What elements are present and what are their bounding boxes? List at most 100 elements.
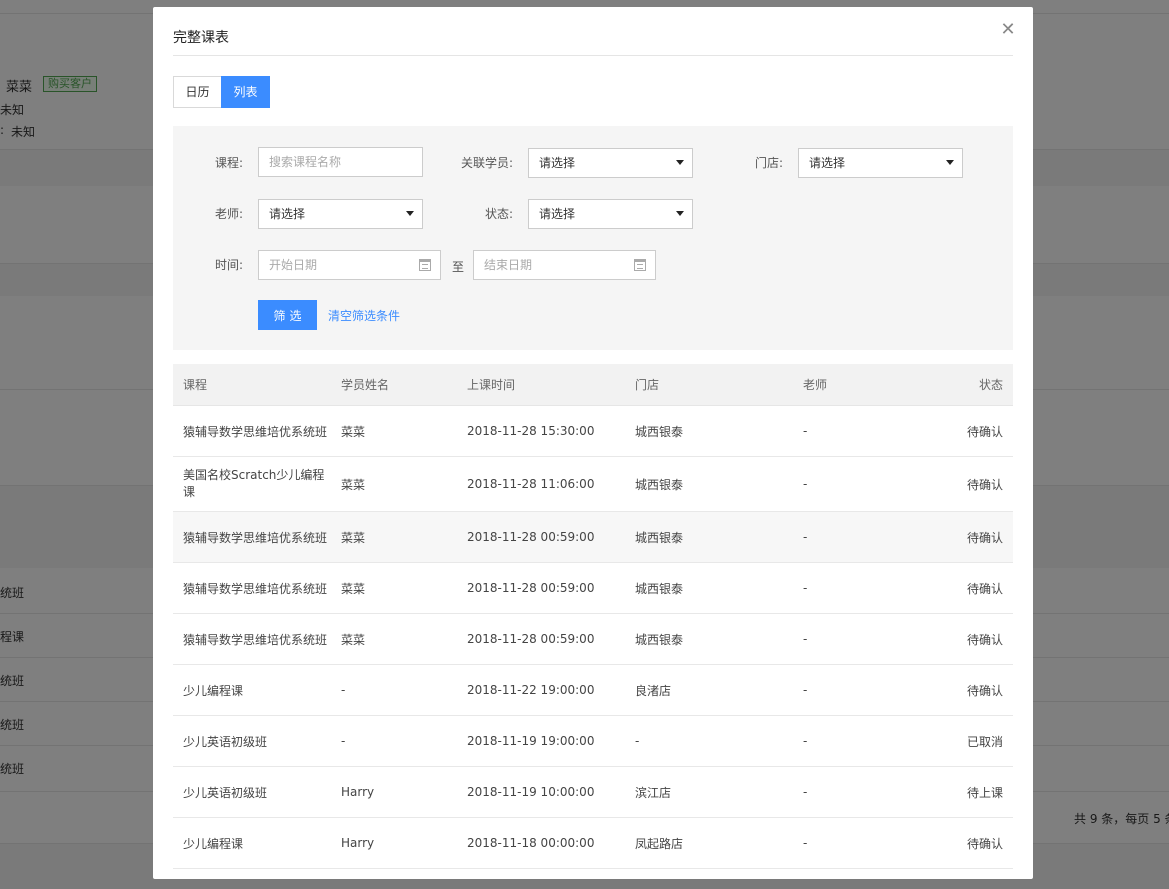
cell-store: 城西银泰 bbox=[635, 632, 684, 647]
cell-student: Harry bbox=[341, 836, 375, 850]
cell-time: 2018-11-19 10:00:00 bbox=[467, 785, 595, 799]
cell-course: 猿辅导数学思维培优系统班 bbox=[183, 632, 328, 647]
filter-panel: 课程: 关联学员: 请选择 门店: 请选择 老师: 请选择 状态: 请选择 时间… bbox=[173, 126, 1013, 350]
cell-student: - bbox=[341, 683, 346, 697]
store-select[interactable]: 请选择 bbox=[798, 148, 963, 178]
end-date-picker[interactable] bbox=[473, 250, 656, 280]
cell-status: 待确认 bbox=[966, 632, 1003, 647]
cell-status: 已取消 bbox=[966, 734, 1003, 749]
cell-time: 2018-11-28 00:59:00 bbox=[467, 632, 595, 646]
col-header-teacher: 老师 bbox=[803, 378, 828, 392]
table-row[interactable]: 猿辅导数学思维培优系统班 菜菜 2018-11-28 15:30:00 城西银泰… bbox=[173, 406, 1013, 457]
cell-course: 少儿编程课 bbox=[183, 836, 244, 851]
cell-teacher: - bbox=[803, 734, 808, 748]
table-row[interactable]: 少儿编程课 Harry 2018-11-18 00:00:00 凤起路店 - 待… bbox=[173, 818, 1013, 869]
table-header: 课程 学员姓名 上课时间 门店 老师 状态 bbox=[173, 364, 1013, 406]
teacher-select-value: 请选择 bbox=[269, 207, 306, 221]
cell-time: 2018-11-22 19:00:00 bbox=[467, 683, 595, 697]
cell-course: 少儿编程课 bbox=[183, 683, 244, 698]
schedule-table: 课程 学员姓名 上课时间 门店 老师 状态 猿辅导数学思维培优系统班 菜菜 20… bbox=[173, 364, 1013, 869]
cell-teacher: - bbox=[803, 581, 808, 595]
store-label: 门店: bbox=[754, 156, 783, 170]
cell-student: 菜菜 bbox=[341, 424, 366, 439]
close-icon[interactable]: ✕ bbox=[999, 21, 1017, 39]
cell-status: 待确认 bbox=[966, 581, 1003, 596]
cell-store: 凤起路店 bbox=[635, 836, 684, 851]
table-row[interactable]: 猿辅导数学思维培优系统班 菜菜 2018-11-28 00:59:00 城西银泰… bbox=[173, 614, 1013, 665]
time-label: 时间: bbox=[214, 258, 243, 272]
cell-status: 待确认 bbox=[966, 424, 1003, 439]
col-header-student: 学员姓名 bbox=[341, 378, 390, 392]
cell-teacher: - bbox=[803, 424, 808, 438]
table-row[interactable]: 少儿英语初级班 Harry 2018-11-19 10:00:00 滨江店 - … bbox=[173, 767, 1013, 818]
cell-teacher: - bbox=[803, 530, 808, 544]
cell-store: 城西银泰 bbox=[635, 424, 684, 439]
table-row[interactable]: 猿辅导数学思维培优系统班 菜菜 2018-11-28 00:59:00 城西银泰… bbox=[173, 512, 1013, 563]
calendar-icon bbox=[634, 259, 646, 271]
tab-calendar[interactable]: 日历 bbox=[173, 76, 222, 108]
table-row[interactable]: 美国名校Scratch少儿编程课 菜菜 2018-11-28 11:06:00 … bbox=[173, 457, 1013, 512]
end-date-input[interactable] bbox=[474, 251, 614, 279]
cell-course: 猿辅导数学思维培优系统班 bbox=[183, 581, 328, 596]
cell-time: 2018-11-18 00:00:00 bbox=[467, 836, 595, 850]
col-header-course: 课程 bbox=[183, 378, 208, 392]
modal-title: 完整课表 bbox=[173, 30, 229, 46]
cell-student: - bbox=[341, 734, 346, 748]
cell-store: 滨江店 bbox=[635, 785, 672, 800]
table-row[interactable]: 少儿编程课 - 2018-11-22 19:00:00 良渚店 - 待确认 bbox=[173, 665, 1013, 716]
cell-course: 少儿英语初级班 bbox=[183, 785, 268, 800]
cell-time: 2018-11-19 19:00:00 bbox=[467, 734, 595, 748]
schedule-modal: 完整课表 ✕ 日历 列表 课程: 关联学员: 请选择 门店: 请选择 老师: 请… bbox=[153, 7, 1033, 879]
cell-status: 待确认 bbox=[966, 530, 1003, 545]
view-toggle: 日历 列表 bbox=[173, 76, 270, 108]
cell-course: 美国名校Scratch少儿编程课 bbox=[183, 457, 333, 511]
caret-down-icon bbox=[676, 160, 684, 165]
cell-course-text: 美国名校Scratch少儿编程课 bbox=[183, 468, 325, 499]
cell-status: 待确认 bbox=[966, 477, 1003, 492]
col-header-status: 状态 bbox=[978, 378, 1003, 392]
filter-button[interactable]: 筛选 bbox=[258, 300, 317, 330]
cell-student: 菜菜 bbox=[341, 530, 366, 545]
status-select[interactable]: 请选择 bbox=[528, 199, 693, 229]
cell-store: 良渚店 bbox=[635, 683, 672, 698]
tab-list[interactable]: 列表 bbox=[221, 76, 270, 108]
cell-store: 城西银泰 bbox=[635, 477, 684, 492]
cell-student: 菜菜 bbox=[341, 477, 366, 492]
store-select-value: 请选择 bbox=[809, 156, 846, 170]
status-label: 状态: bbox=[484, 207, 513, 221]
cell-time: 2018-11-28 11:06:00 bbox=[467, 477, 595, 491]
cell-time: 2018-11-28 00:59:00 bbox=[467, 530, 595, 544]
cell-store: 城西银泰 bbox=[635, 530, 684, 545]
cell-student: 菜菜 bbox=[341, 632, 366, 647]
teacher-label: 老师: bbox=[214, 207, 243, 221]
start-date-input[interactable] bbox=[259, 251, 399, 279]
cell-time: 2018-11-28 15:30:00 bbox=[467, 424, 595, 438]
calendar-icon bbox=[419, 259, 431, 271]
clear-filters-link[interactable]: 清空筛选条件 bbox=[328, 307, 400, 324]
cell-time: 2018-11-28 00:59:00 bbox=[467, 581, 595, 595]
cell-course: 少儿英语初级班 bbox=[183, 734, 268, 749]
cell-teacher: - bbox=[803, 683, 808, 697]
status-select-value: 请选择 bbox=[539, 207, 576, 221]
start-date-picker[interactable] bbox=[258, 250, 441, 280]
cell-teacher: - bbox=[803, 477, 808, 491]
student-select-value: 请选择 bbox=[539, 156, 576, 170]
table-row[interactable]: 少儿英语初级班 - 2018-11-19 19:00:00 - - 已取消 bbox=[173, 716, 1013, 767]
date-range-separator: 至 bbox=[452, 260, 465, 274]
cell-store: - bbox=[635, 734, 640, 748]
cell-status: 待确认 bbox=[966, 683, 1003, 698]
cell-store: 城西银泰 bbox=[635, 581, 684, 596]
student-label: 关联学员: bbox=[460, 156, 513, 170]
cell-status: 待确认 bbox=[966, 836, 1003, 851]
modal-divider bbox=[173, 55, 1013, 56]
course-search-input[interactable] bbox=[258, 147, 423, 177]
cell-course: 猿辅导数学思维培优系统班 bbox=[183, 424, 328, 439]
caret-down-icon bbox=[406, 211, 414, 216]
cell-student: Harry bbox=[341, 785, 375, 799]
caret-down-icon bbox=[946, 160, 954, 165]
table-row[interactable]: 猿辅导数学思维培优系统班 菜菜 2018-11-28 00:59:00 城西银泰… bbox=[173, 563, 1013, 614]
student-select[interactable]: 请选择 bbox=[528, 148, 693, 178]
caret-down-icon bbox=[676, 211, 684, 216]
teacher-select[interactable]: 请选择 bbox=[258, 199, 423, 229]
cell-teacher: - bbox=[803, 836, 808, 850]
